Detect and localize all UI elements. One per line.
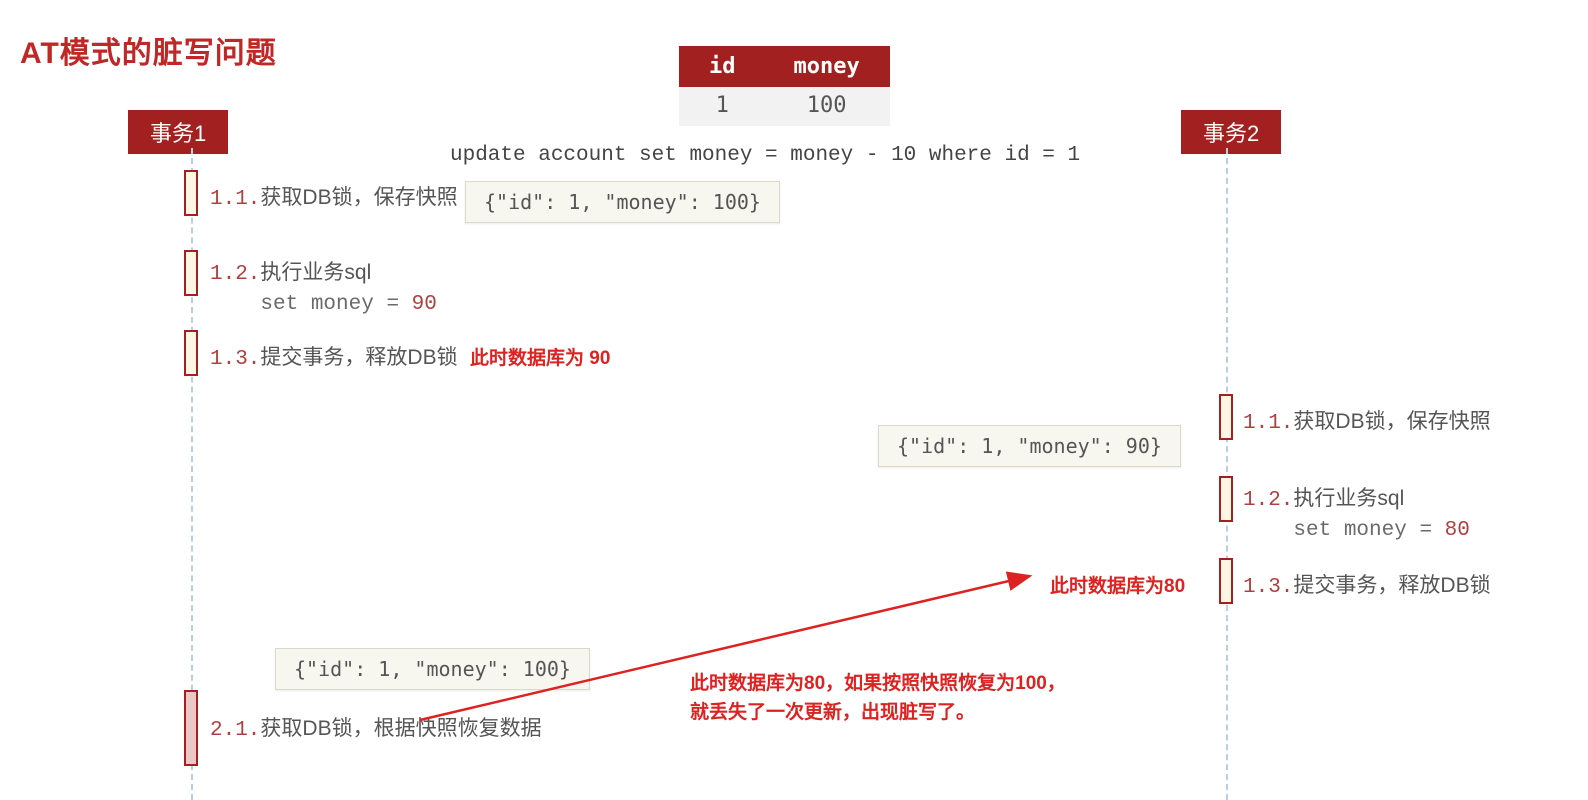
step-code: set money = [260, 293, 411, 316]
step-code: set money = [1293, 519, 1444, 542]
tx1-step-11: 1.1.获取DB锁，保存快照 [210, 183, 458, 215]
table-header-money: money [765, 47, 889, 86]
tx1-step-13: 1.3.提交事务，释放DB锁 [210, 343, 458, 375]
tx2-act-13 [1219, 558, 1233, 604]
step-text: 提交事务，释放DB锁 [260, 346, 457, 369]
tx1-act-21 [184, 690, 198, 766]
tx2-lifeline [1226, 148, 1228, 800]
step-text: 执行业务sql [1293, 487, 1404, 510]
step-text: 执行业务sql [260, 261, 371, 284]
tx1-act-11 [184, 170, 198, 216]
step-text: 获取DB锁，根据快照恢复数据 [260, 717, 541, 740]
snapshot-3: {"id": 1, "money": 100} [275, 648, 590, 690]
step-number: 1.2. [210, 263, 260, 286]
tx1-act-13 [184, 330, 198, 376]
tx2-step-11: 1.1.获取DB锁，保存快照 [1243, 407, 1491, 439]
tx2-label: 事务2 [1181, 110, 1281, 154]
table-cell-money: 100 [765, 86, 889, 125]
warning-line2: 就丢失了一次更新，出现脏写了。 [690, 702, 975, 723]
warning-text: 此时数据库为80，如果按照快照恢复为100， 就丢失了一次更新，出现脏写了。 [690, 670, 1066, 727]
tx1-act-12 [184, 250, 198, 296]
tx1-step-21: 2.1.获取DB锁，根据快照恢复数据 [210, 714, 542, 746]
step-text: 提交事务，释放DB锁 [1293, 574, 1490, 597]
tx2-step-13: 1.3.提交事务，释放DB锁 [1243, 571, 1491, 603]
step-number: 1.1. [1243, 412, 1293, 435]
step-number: 1.1. [210, 188, 260, 211]
warning-line1: 此时数据库为80，如果按照快照恢复为100， [690, 673, 1066, 694]
step-number: 1.2. [1243, 489, 1293, 512]
tx1-step-13-note: 此时数据库为 90 [470, 343, 610, 370]
table-cell-id: 1 [680, 86, 765, 125]
step-value: 90 [412, 293, 437, 316]
tx1-label: 事务1 [128, 110, 228, 154]
tx2-step-13-note: 此时数据库为80 [1050, 571, 1185, 598]
tx2-act-11 [1219, 394, 1233, 440]
tx2-step-12: 1.2.执行业务sql set money = 80 [1243, 484, 1470, 547]
tx1-step-12: 1.2.执行业务sql set money = 90 [210, 258, 437, 321]
diagram-title: AT模式的脏写问题 [20, 28, 277, 72]
step-number: 1.3. [1243, 576, 1293, 599]
step-number: 1.3. [210, 348, 260, 371]
step-text: 获取DB锁，保存快照 [1293, 410, 1490, 433]
step-number: 2.1. [210, 719, 260, 742]
account-table: id money 1 100 [679, 46, 890, 126]
snapshot-2: {"id": 1, "money": 90} [878, 425, 1181, 467]
step-value: 80 [1445, 519, 1470, 542]
step-text: 获取DB锁，保存快照 [260, 186, 457, 209]
snapshot-1: {"id": 1, "money": 100} [465, 181, 780, 223]
tx2-act-12 [1219, 476, 1233, 522]
table-header-id: id [680, 47, 765, 86]
sql-statement: update account set money = money - 10 wh… [450, 144, 1080, 167]
